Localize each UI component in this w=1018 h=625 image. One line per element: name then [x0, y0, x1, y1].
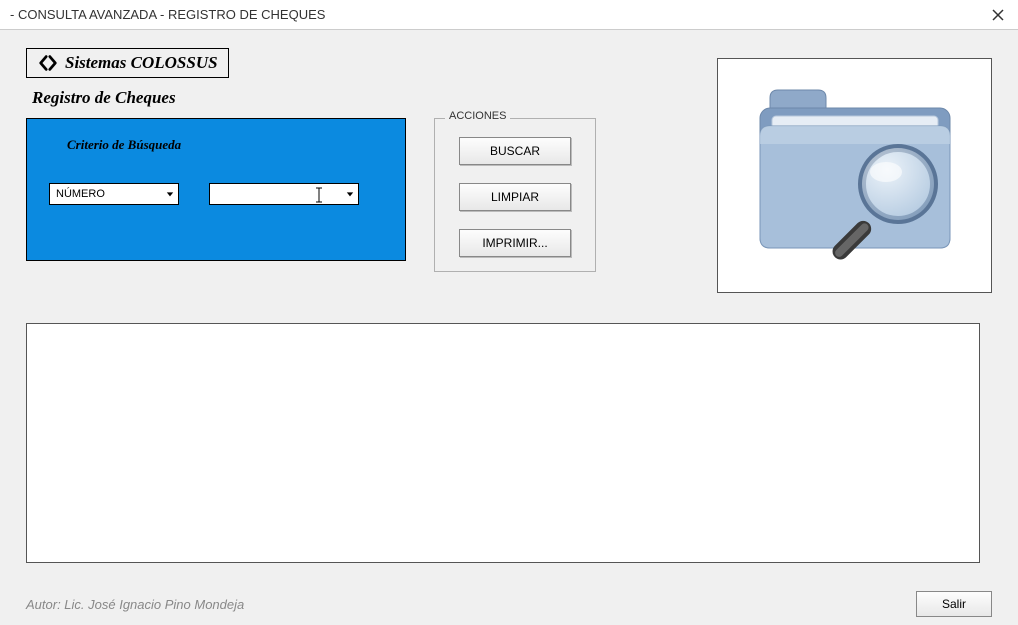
app-window: - CONSULTA AVANZADA - REGISTRO DE CHEQUE… — [0, 0, 1018, 625]
actions-legend: ACCIONES — [445, 110, 510, 122]
titlebar: - CONSULTA AVANZADA - REGISTRO DE CHEQUE… — [0, 0, 1018, 30]
brand-logo-icon — [37, 54, 59, 72]
author-label: Autor: Lic. José Ignacio Pino Mondeja — [26, 597, 244, 612]
chevron-down-icon — [342, 184, 358, 204]
search-criteria-title: Criterio de Búsqueda — [67, 137, 383, 153]
search-field-dropdown[interactable]: NÚMERO — [49, 183, 179, 205]
text-cursor-icon — [314, 187, 324, 203]
buscar-button[interactable]: BUSCAR — [459, 137, 571, 165]
salir-button[interactable]: Salir — [916, 591, 992, 617]
search-value-combobox[interactable] — [209, 183, 359, 205]
imprimir-button[interactable]: IMPRIMIR... — [459, 229, 571, 257]
actions-group: ACCIONES BUSCAR LIMPIAR IMPRIMIR... — [434, 118, 596, 272]
illustration-box — [717, 58, 992, 293]
main-row: Criterio de Búsqueda NÚMERO — [26, 118, 992, 353]
folder-search-icon — [740, 76, 970, 276]
close-icon — [992, 9, 1004, 21]
search-controls: NÚMERO — [49, 183, 383, 205]
brand-box: Sistemas COLOSSUS — [26, 48, 229, 78]
close-button[interactable] — [988, 5, 1008, 25]
window-title: - CONSULTA AVANZADA - REGISTRO DE CHEQUE… — [10, 7, 325, 22]
footer: Autor: Lic. José Ignacio Pino Mondeja Sa… — [26, 591, 992, 617]
search-criteria-panel: Criterio de Búsqueda NÚMERO — [26, 118, 406, 261]
results-panel — [26, 323, 980, 563]
search-field-value: NÚMERO — [50, 188, 162, 200]
brand-text: Sistemas COLOSSUS — [65, 53, 218, 73]
content-area: Sistemas COLOSSUS Registro de Cheques Cr… — [0, 30, 1018, 625]
chevron-down-icon — [162, 184, 178, 204]
limpiar-button[interactable]: LIMPIAR — [459, 183, 571, 211]
